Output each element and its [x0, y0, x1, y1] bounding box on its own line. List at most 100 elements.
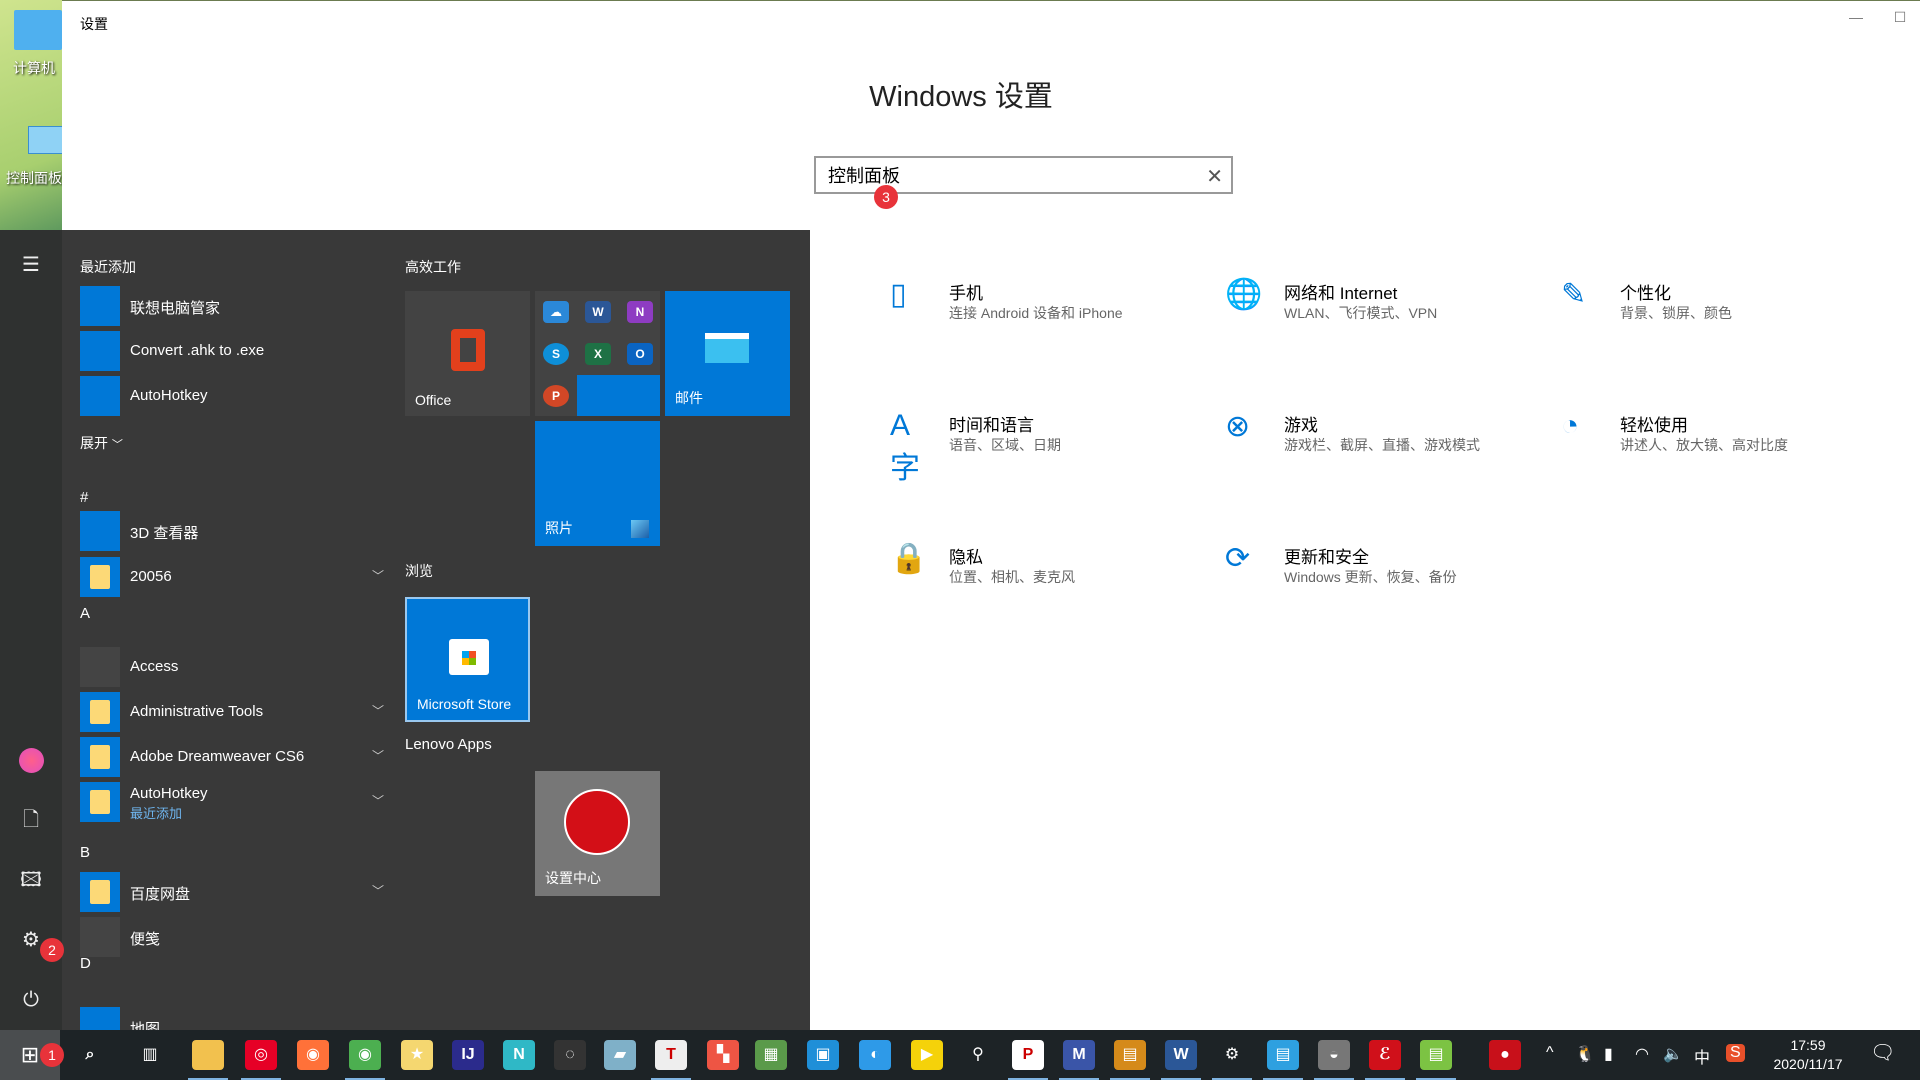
app-icon[interactable]: ▤	[1420, 1040, 1452, 1070]
chevron-down-icon[interactable]: ﹀	[372, 792, 384, 809]
expand-label: 展开	[80, 435, 108, 451]
start-menu: ☰ 🗋 🖾 ⚙ 2 ⏻ 最近添加 展开 ﹀ 联想电脑管家 Convert .ah…	[0, 230, 810, 1047]
microsoft-store-tile[interactable]: Microsoft Store	[405, 597, 530, 722]
folder-icon	[80, 737, 120, 777]
mail-icon	[705, 333, 749, 363]
close-icon[interactable]: ✕	[1206, 164, 1223, 189]
minimize-button[interactable]: —	[1836, 9, 1876, 33]
settings-icon[interactable]: ⚙	[1216, 1040, 1248, 1070]
folder-icon	[80, 872, 120, 912]
maximize-button[interactable]: ☐	[1880, 9, 1920, 33]
app-list-item[interactable]: 百度网盘 ﹀	[80, 872, 384, 912]
hamburger-menu-icon[interactable]: ☰	[18, 252, 44, 278]
search-app-icon[interactable]: ⚲	[962, 1040, 994, 1070]
title-bar: 设置 — ☐	[62, 1, 1920, 41]
globe-icon: 🌐	[1225, 278, 1263, 311]
star-app-icon[interactable]: ★	[401, 1040, 433, 1070]
lock-icon: 🔒	[890, 542, 928, 575]
app-icon[interactable]: ◐	[859, 1040, 891, 1070]
intellij-icon[interactable]: IJ	[452, 1040, 484, 1070]
clock[interactable]: 17:59 2020/11/17	[1760, 1036, 1856, 1074]
app-list-item[interactable]: AutoHotkey	[80, 376, 380, 416]
photos-tile[interactable]: 照片	[535, 421, 660, 546]
chevron-down-icon[interactable]: ﹀	[372, 882, 384, 899]
settings-item[interactable]: ▯ 手机 连接 Android 设备和 iPhone	[890, 277, 1210, 347]
settings-center-tile[interactable]: 设置中心	[535, 771, 660, 896]
office-apps-folder-tile[interactable]: ☁ W N S X O P	[535, 291, 660, 416]
settings-item[interactable]: A字 时间和语言 语音、区域、日期	[890, 409, 1210, 485]
chevron-up-icon[interactable]: ^	[1546, 1044, 1554, 1062]
pdf-icon[interactable]: P	[1012, 1040, 1044, 1070]
chevron-down-icon[interactable]: ﹀	[372, 747, 384, 764]
typora-icon[interactable]: T	[655, 1040, 687, 1070]
power-icon[interactable]: ⏻	[18, 987, 44, 1013]
powerpoint-icon: P	[543, 385, 569, 407]
n-app-icon[interactable]: N	[503, 1040, 535, 1070]
task-view-icon[interactable]: ▥	[134, 1040, 166, 1070]
app-list-item[interactable]: 联想电脑管家	[80, 286, 380, 326]
app-list-item[interactable]: 便笺	[80, 917, 380, 957]
settings-item[interactable]: ⟳ 更新和安全 Windows 更新、恢复、备份	[1225, 541, 1545, 611]
app-label: 百度网盘	[130, 886, 191, 903]
mouse-icon[interactable]: ◒	[1318, 1040, 1350, 1070]
letter-header[interactable]: A	[80, 605, 90, 622]
firefox-icon[interactable]: ◉	[297, 1040, 329, 1070]
settings-item[interactable]: ◔ 轻松使用 讲述人、放大镜、高对比度	[1561, 409, 1881, 479]
app-icon[interactable]: ▚	[707, 1040, 739, 1070]
sogou-icon[interactable]: S	[1726, 1044, 1745, 1062]
app-list-item[interactable]: Administrative Tools ﹀	[80, 692, 384, 732]
settings-item[interactable]: 🔒 隐私 位置、相机、麦克风	[890, 541, 1210, 611]
app-list-item[interactable]: 3D 查看器	[80, 511, 380, 551]
ime-indicator[interactable]: 中	[1694, 1044, 1710, 1068]
app-list-item[interactable]: AutoHotkey 最近添加 ﹀	[80, 782, 384, 822]
computer-desktop-icon[interactable]	[14, 10, 62, 50]
group-header: 高效工作	[405, 259, 461, 275]
app-list-item[interactable]: Access	[80, 647, 380, 687]
search-input[interactable]	[816, 158, 1176, 192]
app-icon[interactable]: M	[1063, 1040, 1095, 1070]
app-icon	[80, 286, 120, 326]
volume-icon[interactable]: 🔈	[1663, 1044, 1683, 1064]
settings-item[interactable]: 🌐 网络和 Internet WLAN、飞行模式、VPN	[1225, 277, 1545, 347]
letter-header[interactable]: B	[80, 844, 90, 861]
outlook-icon: O	[627, 343, 653, 365]
expand-button[interactable]: 展开 ﹀	[80, 433, 123, 453]
tile-label: Microsoft Store	[417, 696, 512, 712]
pictures-icon[interactable]: 🖾	[18, 867, 44, 893]
qq-icon[interactable]: 🐧	[1575, 1044, 1595, 1064]
app-icon[interactable]: ▦	[755, 1040, 787, 1070]
book-icon[interactable]: ▤	[1114, 1040, 1146, 1070]
step-badge: 1	[40, 1043, 64, 1067]
battery-icon[interactable]: ▮	[1604, 1044, 1613, 1064]
avatar[interactable]	[19, 748, 44, 773]
app-icon[interactable]: ℰ	[1369, 1040, 1401, 1070]
app-list-item[interactable]: Adobe Dreamweaver CS6 ﹀	[80, 737, 384, 777]
settings-item[interactable]: ✎ 个性化 背景、锁屏、颜色	[1561, 277, 1881, 347]
settings-item[interactable]: ⊗ 游戏 游戏栏、截屏、直播、游戏模式	[1225, 409, 1545, 479]
app-label: Administrative Tools	[130, 703, 264, 720]
document-icon[interactable]: 🗋	[18, 807, 44, 833]
notepad-icon[interactable]: ▰	[604, 1040, 636, 1070]
virtualbox-icon[interactable]: ▣	[807, 1040, 839, 1070]
notification-icon[interactable]: 🗨	[1870, 1040, 1895, 1065]
app-list-item[interactable]: 20056 ﹀	[80, 557, 384, 597]
ease-of-access-icon: ◔	[1561, 409, 1580, 442]
chevron-down-icon[interactable]: ﹀	[372, 702, 384, 719]
app-icon[interactable]: ◌	[554, 1040, 586, 1070]
lenovo-icon[interactable]: ●	[1489, 1040, 1521, 1070]
letter-header[interactable]: #	[80, 489, 88, 506]
chevron-down-icon[interactable]: ﹀	[372, 567, 384, 584]
control-panel-icon[interactable]: ▤	[1267, 1040, 1299, 1070]
wifi-icon[interactable]: ◠	[1635, 1044, 1649, 1064]
letter-header[interactable]: D	[80, 955, 91, 972]
netease-music-icon[interactable]: ◎	[245, 1040, 277, 1070]
player-icon[interactable]: ▶	[911, 1040, 943, 1070]
chrome-icon[interactable]: ◉	[349, 1040, 381, 1070]
mail-tile[interactable]: 邮件	[665, 291, 790, 416]
app-list-item[interactable]: Convert .ahk to .exe	[80, 331, 380, 371]
word-icon[interactable]: W	[1165, 1040, 1197, 1070]
search-icon[interactable]: ⌕	[74, 1040, 106, 1070]
file-explorer-icon[interactable]	[192, 1040, 224, 1070]
taskbar: ⊞ 1 ⌕ ▥ ◎ ◉ ◉ ★ IJ N ◌ ▰ T ▚ ▦ ▣ ◐ ▶ ⚲ P M ▤ W ⚙ ▤ ◒ ℰ ▤ ● ^ 🐧 ▮ ◠ 🔈 中 S 🗨…	[0, 1030, 1920, 1080]
office-tile[interactable]: Office	[405, 291, 530, 416]
